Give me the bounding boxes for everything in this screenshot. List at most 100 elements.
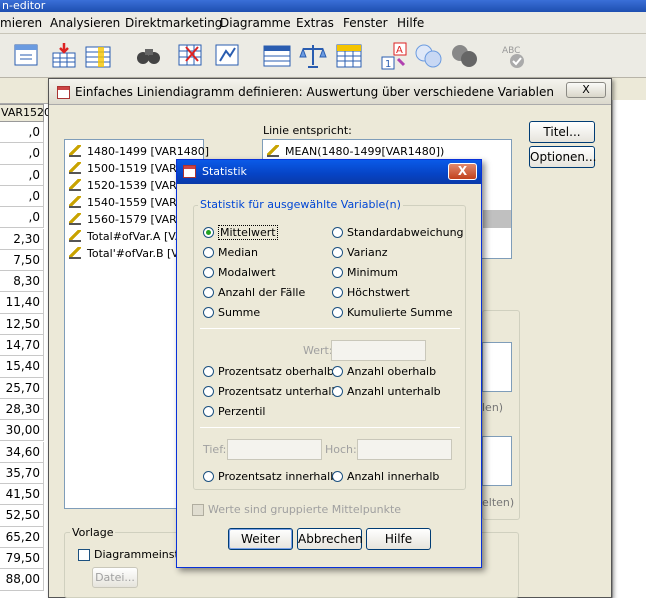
radio-count-below[interactable]: Anzahl unterhalb	[332, 385, 441, 399]
list-item[interactable]: Total#ofVar.A [VA	[69, 229, 183, 245]
high-input[interactable]	[357, 439, 452, 460]
table-cell[interactable]: 25,70	[0, 377, 44, 399]
table-cell[interactable]: 12,50	[0, 313, 44, 335]
options-button[interactable]: Optionen...	[529, 146, 596, 168]
statistics-dialog-title-text: Statistik	[202, 165, 247, 178]
table-cell[interactable]: ,0	[0, 164, 44, 186]
table-cell[interactable]: 34,60	[0, 441, 44, 463]
grouped-midpoints-checkbox[interactable]	[192, 504, 204, 516]
chart-dialog-close-button[interactable]: X	[566, 82, 606, 98]
radio-percent-above[interactable]: Prozentsatz oberhalb	[203, 365, 334, 379]
template-checkbox[interactable]	[78, 549, 90, 561]
split-file-icon[interactable]	[176, 41, 206, 71]
menu-help[interactable]: Hilfe	[397, 16, 424, 30]
radio-count-inside[interactable]: Anzahl innerhalb	[332, 470, 439, 484]
hidden-label-1: len)	[482, 401, 504, 414]
insert-icon[interactable]: A1	[380, 41, 410, 71]
svg-text:A: A	[396, 45, 403, 56]
table-cell[interactable]: ,0	[0, 143, 44, 165]
list-item[interactable]: 1500-1519 [VAR1	[69, 161, 184, 177]
menu-analyze[interactable]: Analysieren	[50, 16, 120, 30]
table-cell[interactable]: 79,50	[0, 548, 44, 570]
radio-percent-inside[interactable]: Prozentsatz innerhalb	[203, 470, 337, 484]
list-item[interactable]: Total'#ofVar.B [VA	[69, 246, 186, 262]
toolbar: A1 ABC	[0, 34, 646, 78]
hidden-field-2[interactable]	[482, 436, 512, 486]
table-cell[interactable]: 88,00	[0, 569, 44, 591]
selection-highlight	[483, 210, 511, 228]
help-button[interactable]: Hilfe	[366, 528, 431, 550]
radio-count-above[interactable]: Anzahl oberhalb	[332, 365, 436, 379]
menu-transform[interactable]: mieren	[0, 16, 42, 30]
radio-count[interactable]: Anzahl der Fälle	[203, 286, 305, 300]
separator	[200, 427, 460, 428]
low-label: Tief:	[203, 443, 227, 456]
radio-percentile[interactable]: Perzentil	[203, 405, 265, 419]
radio-mode[interactable]: Modalwert	[203, 266, 276, 280]
continue-button[interactable]: Weiter	[228, 528, 293, 550]
radio-std-dev[interactable]: Standardabweichung	[332, 226, 464, 240]
radio-sum[interactable]: Summe	[203, 306, 260, 320]
list-item[interactable]: 1540-1559 [VAR1	[69, 195, 184, 211]
titles-button[interactable]: Titel...	[529, 121, 595, 143]
circles-icon[interactable]	[414, 41, 444, 71]
table-cell[interactable]: 8,30	[0, 271, 44, 293]
value-input[interactable]	[331, 340, 426, 361]
grouped-midpoints-label: Werte sind gruppierte Mittelpunkte	[208, 503, 402, 516]
table-cell[interactable]: 52,50	[0, 505, 44, 527]
spellcheck-icon[interactable]: ABC	[500, 41, 530, 71]
insert-cases-icon[interactable]	[50, 41, 80, 71]
list-item[interactable]: 1560-1579 [VAR1	[69, 212, 184, 228]
template-checkbox-label: Diagrammeinst	[94, 548, 179, 561]
table-cell[interactable]: ,0	[0, 185, 44, 208]
svg-text:1: 1	[385, 59, 391, 70]
insert-variable-icon[interactable]	[84, 41, 114, 71]
circles-gray-icon[interactable]	[450, 41, 480, 71]
low-input[interactable]	[227, 439, 322, 460]
table-cell[interactable]: 41,50	[0, 484, 44, 506]
value-labels-icon[interactable]	[262, 41, 292, 71]
statistics-group-label: Statistik für ausgewählte Variable(n)	[198, 198, 403, 211]
list-item[interactable]: 1480-1499 [VAR1480]	[69, 144, 209, 160]
statistics-close-button[interactable]: X	[448, 163, 477, 180]
high-label: Hoch:	[325, 443, 357, 456]
column-header[interactable]: VAR1520	[0, 104, 51, 122]
radio-mean[interactable]: Mittelwert	[203, 225, 278, 240]
radio-cumulative-sum[interactable]: Kumulierte Summe	[332, 306, 452, 320]
table-cell[interactable]: 2,30	[0, 228, 44, 250]
hidden-label-2: elten)	[482, 496, 515, 509]
weight-cases-icon[interactable]	[213, 41, 243, 71]
list-item[interactable]: MEAN(1480-1499[VAR1480])	[267, 144, 444, 160]
radio-percent-below[interactable]: Prozentsatz unterhalb	[203, 385, 338, 399]
statistics-dialog-title: Statistik	[177, 160, 481, 184]
table-cell[interactable]: 65,20	[0, 526, 44, 548]
hidden-field-1[interactable]	[482, 342, 512, 392]
radio-minimum[interactable]: Minimum	[332, 266, 398, 280]
menu-direct-marketing[interactable]: Direktmarketing	[125, 16, 222, 30]
table-cell[interactable]: 28,30	[0, 398, 44, 421]
table-cell[interactable]: 11,40	[0, 292, 44, 314]
table-cell[interactable]: ,0	[0, 122, 44, 144]
file-button[interactable]: Datei...	[92, 567, 138, 588]
radio-variance[interactable]: Varianz	[332, 246, 387, 260]
table-cell[interactable]: ,0	[0, 207, 44, 229]
list-item[interactable]: 1520-1539 [VAR1	[69, 178, 184, 194]
find-icon[interactable]	[134, 41, 164, 71]
scale-icon[interactable]	[298, 41, 328, 71]
table-cell[interactable]: 14,70	[0, 335, 44, 357]
table-cell[interactable]: 7,50	[0, 249, 44, 272]
template-group-label: Vorlage	[70, 526, 116, 539]
menu-window[interactable]: Fenster	[343, 16, 388, 30]
table-cell[interactable]: 30,00	[0, 420, 44, 442]
radio-maximum[interactable]: Höchstwert	[332, 286, 410, 300]
app-title-bar: n-editor	[0, 0, 646, 12]
menu-extras[interactable]: Extras	[296, 16, 334, 30]
cancel-button[interactable]: Abbrechen	[297, 528, 363, 550]
radio-median[interactable]: Median	[203, 246, 258, 260]
menu-charts[interactable]: Diagramme	[220, 16, 291, 30]
table-cell[interactable]: 15,40	[0, 356, 44, 378]
variable-view-icon[interactable]	[12, 41, 42, 71]
grid-icon[interactable]	[334, 41, 364, 71]
table-cell[interactable]: 35,70	[0, 462, 44, 485]
menu-bar: mieren Analysieren Direktmarketing Diagr…	[0, 12, 646, 34]
